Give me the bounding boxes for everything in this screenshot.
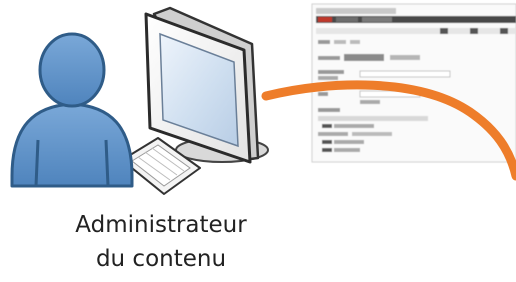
caption-label: Administrateur du contenu (36, 208, 286, 276)
caption-line-2: du contenu (95, 246, 227, 272)
user-icon (10, 32, 134, 188)
desktop-computer-icon (144, 6, 269, 164)
caption-line-1: Administrateur (75, 212, 247, 238)
